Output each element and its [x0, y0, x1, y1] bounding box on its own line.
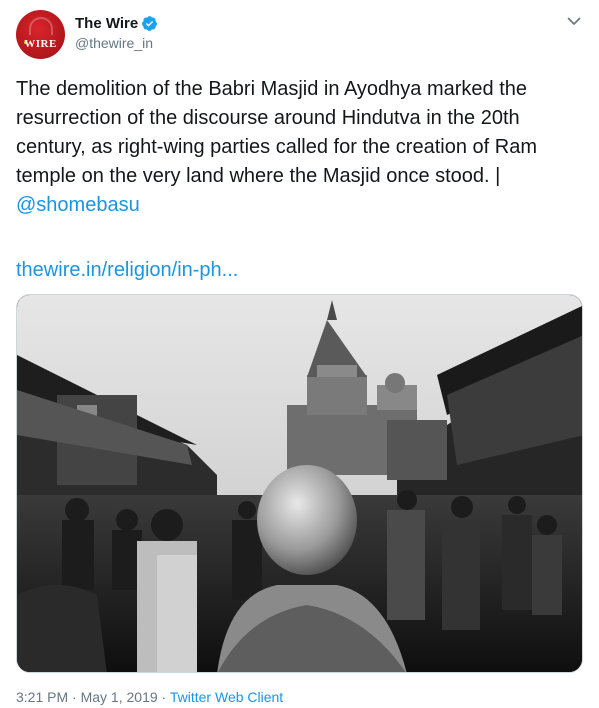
account-names: The Wire @thewire_in: [75, 13, 158, 51]
account-handle[interactable]: @thewire_in: [75, 35, 158, 51]
display-name[interactable]: The Wire: [75, 15, 138, 32]
tweet-meta: 3:21 PM · May 1, 2019 · Twitter Web Clie…: [16, 689, 283, 705]
tweet-client-link[interactable]: Twitter Web Client: [170, 689, 283, 705]
mention-link[interactable]: @shomebasu: [16, 194, 140, 216]
meta-separator-2: ·: [157, 689, 170, 705]
tweet-photo[interactable]: [16, 294, 583, 673]
avatar[interactable]: WIRE: [16, 10, 65, 59]
tweet-body: The demolition of the Babri Masjid in Ay…: [16, 75, 588, 220]
tweet-text: The demolition of the Babri Masjid in Ay…: [16, 78, 537, 187]
display-name-row: The Wire: [75, 13, 158, 33]
article-link[interactable]: thewire.in/religion/in-ph...: [16, 256, 238, 285]
chevron-down-icon[interactable]: [565, 12, 583, 30]
tweet-time[interactable]: 3:21 PM: [16, 689, 68, 705]
tweet-date[interactable]: May 1, 2019: [81, 689, 158, 705]
verified-badge-icon: [142, 15, 158, 31]
avatar-arc-icon: [29, 17, 53, 35]
avatar-logo-text: WIRE: [24, 38, 57, 50]
meta-separator: ·: [68, 689, 81, 705]
tweet-header: WIRE The Wire @thewire_in: [16, 10, 583, 62]
market-scene-image: [17, 295, 582, 672]
